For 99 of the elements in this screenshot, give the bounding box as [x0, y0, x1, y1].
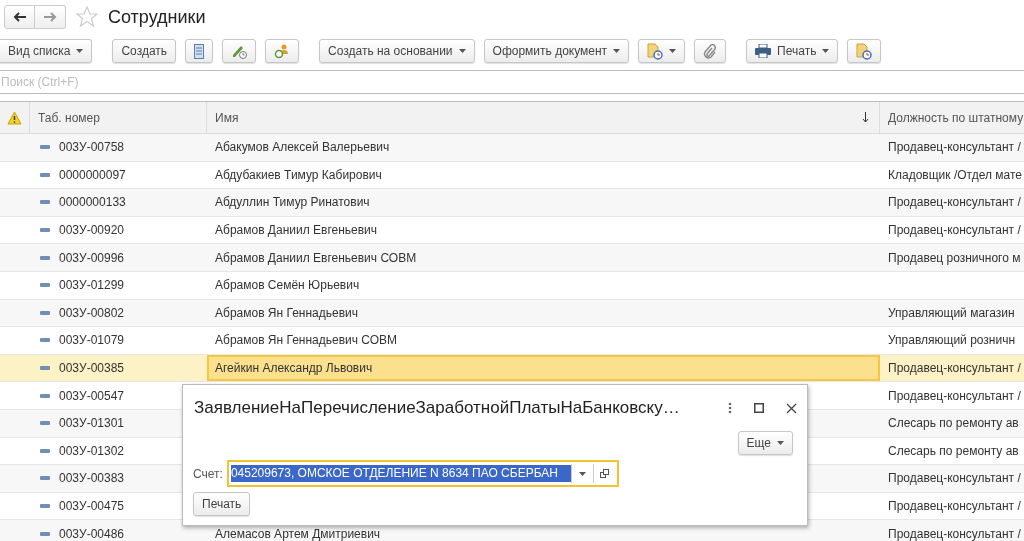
- caret-icon: [669, 49, 677, 53]
- list-button[interactable]: [185, 39, 214, 63]
- table-cell: Абрамов Ян Геннадьевич СОВМ: [215, 333, 398, 348]
- document-clock-button[interactable]: [847, 39, 882, 63]
- table-cell: Продавец-консультант /: [888, 388, 1021, 403]
- table-cell: 003У-00383: [59, 471, 124, 486]
- table-cell: Продавец-консультант /: [888, 361, 1021, 376]
- dropdown-button[interactable]: Печать: [746, 39, 839, 63]
- sort-arrow-icon: [862, 112, 869, 123]
- table-cell: 003У-00385: [59, 361, 124, 376]
- caret-icon: [613, 49, 621, 53]
- table-cell: Продавец розничного м: [888, 250, 1021, 265]
- table-cell: Продавец-консультант /: [888, 140, 1021, 155]
- item-icon: [40, 393, 50, 398]
- paperclip-icon: [703, 43, 718, 59]
- item-icon: [40, 338, 50, 343]
- caret-icon: [76, 49, 84, 53]
- item-icon: [40, 531, 50, 536]
- table-cell: Продавец-консультант /: [888, 223, 1021, 238]
- table-cell: Абдуллин Тимур Ринатович: [215, 195, 370, 210]
- search-field[interactable]: Поиск (Ctrl+F): [0, 70, 1024, 94]
- back-arrow-icon: [12, 12, 27, 22]
- warning-icon: [7, 110, 22, 125]
- item-icon: [40, 476, 50, 481]
- table-cell: Абрамов Ян Геннадьевич: [215, 305, 359, 320]
- table-cell: 003У-01079: [59, 333, 124, 348]
- back-button[interactable]: [4, 5, 35, 29]
- item-icon: [40, 421, 50, 426]
- more-button[interactable]: Еще: [737, 431, 793, 455]
- item-icon: [40, 200, 50, 205]
- pencil-clock-button[interactable]: [222, 39, 257, 63]
- table-cell: Управляющий розничн: [888, 333, 1016, 348]
- caret-icon[interactable]: [578, 471, 586, 476]
- paperclip-button[interactable]: [694, 39, 727, 63]
- column-header[interactable]: Должность по штатному: [880, 102, 1024, 133]
- dropdown-button[interactable]: Оформить документ: [483, 39, 630, 63]
- item-icon: [40, 310, 50, 315]
- item-icon: [40, 283, 50, 288]
- table-cell: 003У-00475: [59, 499, 124, 513]
- account-field[interactable]: 045209673, ОМСКОЕ ОТДЕЛЕНИЕ N 8634 ПАО СБЕРБАН: [226, 460, 619, 487]
- table-cell: Абрамов Даниил Евгеньевич СОВМ: [215, 250, 417, 265]
- table-cell: 003У-00920: [59, 223, 124, 238]
- table-cell: 003У-00547: [59, 388, 124, 403]
- more-icon[interactable]: [728, 402, 732, 414]
- table-cell: Продавец-консультант /: [888, 526, 1021, 541]
- item-icon: [40, 504, 50, 508]
- document-clock-icon: [856, 42, 873, 60]
- table-cell: Продавец-консультант /: [888, 471, 1021, 486]
- table-cell: 003У-00802: [59, 305, 124, 320]
- table-cell: 003У-01299: [59, 278, 124, 293]
- print-button[interactable]: Печать: [193, 492, 251, 516]
- item-icon: [40, 255, 50, 260]
- table-cell: Продавец-консультант /: [888, 195, 1021, 210]
- window-title: Сотрудники: [108, 6, 206, 28]
- dropdown-button[interactable]: [638, 39, 686, 63]
- table-cell: 003У-00758: [59, 140, 124, 155]
- open-icon[interactable]: [599, 469, 609, 478]
- document-clock-icon: [647, 42, 664, 60]
- field-label: Счет:: [193, 466, 223, 481]
- printer-icon: [755, 44, 772, 58]
- caret-icon: [777, 441, 784, 445]
- table-cell: Слесарь по ремонту ав: [888, 443, 1019, 458]
- item-icon: [40, 172, 50, 177]
- table-cell: 003У-00486: [59, 526, 124, 541]
- table-cell: Кладовщик /Отдел мате: [888, 167, 1022, 182]
- table-cell: 003У-01302: [59, 443, 124, 458]
- column-header[interactable]: Имя: [207, 102, 880, 133]
- column-header[interactable]: Таб. номер: [30, 102, 207, 133]
- table-cell: Алемасов Артем Дмитриевич: [215, 526, 381, 541]
- close-icon[interactable]: [786, 402, 797, 414]
- caret-icon: [822, 49, 830, 53]
- dropdown-button[interactable]: Вид списка: [0, 39, 93, 63]
- table-cell: 003У-00996: [59, 250, 124, 265]
- maximize-icon[interactable]: [754, 403, 764, 413]
- item-icon: [40, 228, 50, 233]
- table-cell: Абрамов Семён Юрьевич: [215, 278, 360, 293]
- table-cell: Продавец-консультант /: [888, 499, 1021, 513]
- star-icon[interactable]: [76, 6, 98, 28]
- table-cell: Абдубакиев Тимур Кабирович: [215, 167, 382, 182]
- table-cell: 003У-01301: [59, 416, 124, 431]
- table-cell: Агейкин Александр Львович: [215, 361, 373, 376]
- table-cell: 0000000133: [59, 195, 126, 210]
- item-icon: [40, 366, 50, 371]
- toolbar-button[interactable]: Создать: [112, 39, 177, 63]
- people-button[interactable]: [265, 39, 300, 63]
- item-icon: [40, 448, 50, 453]
- table-cell: 0000000097: [59, 167, 126, 182]
- dropdown-button[interactable]: Создать на основании: [319, 39, 475, 63]
- table-cell: Абрамов Даниил Евгеньевич: [215, 223, 378, 238]
- table-cell: Слесарь по ремонту ав: [888, 416, 1019, 431]
- forward-arrow-icon: [43, 12, 57, 22]
- people-icon: [274, 43, 291, 59]
- caret-icon: [458, 49, 466, 53]
- pencil-clock-icon: [231, 43, 248, 59]
- dialog-title: ЗаявлениеНаПеречислениеЗаработнойПлатыНаБанковску…: [193, 398, 681, 418]
- item-icon: [40, 145, 50, 150]
- table-cell: Абакумов Алексей Валерьевич: [215, 140, 390, 155]
- table-cell: Управляющий магазин: [888, 305, 1015, 320]
- list-icon: [194, 43, 205, 59]
